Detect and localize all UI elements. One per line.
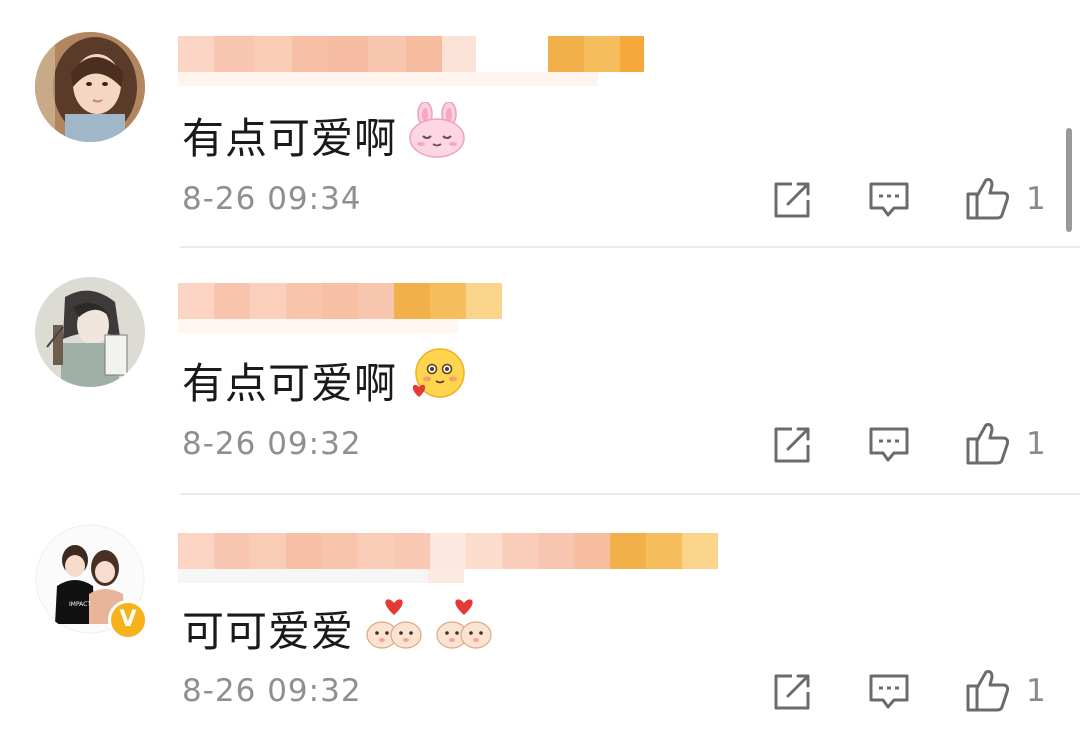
comment-text: 可可爱爱 (182, 595, 494, 661)
username-blur-shadow (178, 319, 458, 333)
username-blurred[interactable] (178, 283, 502, 319)
share-icon[interactable] (770, 423, 814, 467)
comment-icon[interactable] (866, 670, 910, 714)
comment-divider (180, 246, 1080, 248)
cat-couple-heart-emoji (364, 595, 424, 661)
comment-divider (180, 493, 1080, 495)
comment-text-content: 有点可爱啊 (182, 358, 398, 408)
username-blur-shadow (178, 569, 464, 583)
anime-drawing-avatar-image (35, 277, 145, 387)
username-blurred[interactable] (178, 533, 718, 569)
like-count: 1 (1026, 673, 1046, 709)
share-icon[interactable] (770, 670, 814, 714)
scrollbar[interactable] (1066, 128, 1072, 232)
like-count: 1 (1026, 426, 1046, 462)
thumbs-up-icon[interactable] (964, 419, 1012, 467)
cat-couple-heart-emoji (434, 595, 494, 661)
comment-timestamp: 8-26 09:32 (182, 673, 362, 709)
comment-text: 有点可爱啊 (182, 347, 467, 413)
comment-timestamp: 8-26 09:32 (182, 426, 362, 462)
comment-item: IMPACT V 可可爱爱 8-26 09:32 1 (0, 0, 1080, 712)
thumbs-up-icon[interactable] (964, 666, 1012, 714)
user-avatar[interactable] (35, 277, 145, 387)
verified-badge: V (108, 600, 148, 640)
svg-text:IMPACT: IMPACT (69, 601, 91, 608)
comment-text-content: 可可爱爱 (182, 606, 355, 656)
smiling-face-with-heart-emoji (407, 347, 467, 413)
comment-icon[interactable] (866, 423, 910, 467)
